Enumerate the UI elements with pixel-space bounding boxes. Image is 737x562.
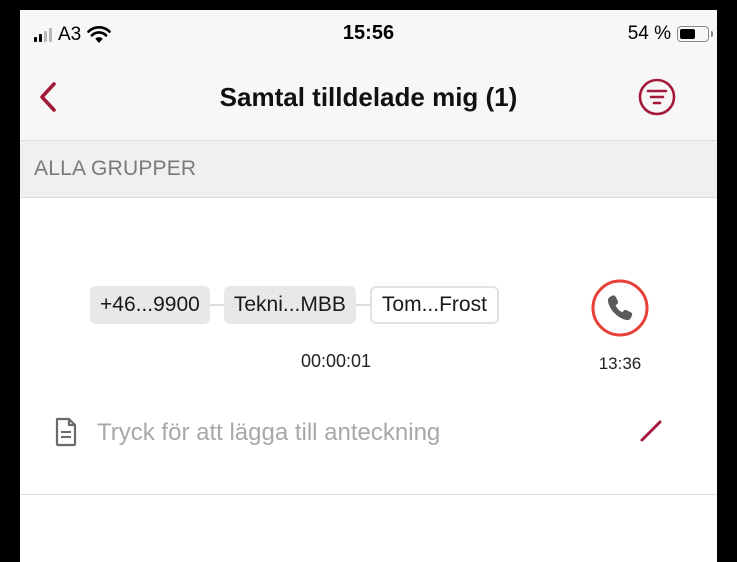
call-duration: 00:00:01: [300, 351, 372, 371]
phone-screen: A3 15:56 54 % Samtal tilldelade mig (1): [20, 10, 717, 562]
group-chip: Tekni...MBB: [223, 286, 356, 324]
filter-icon: [638, 78, 676, 116]
note-placeholder: Tryck för att lägga till anteckning: [97, 419, 441, 446]
battery-percent: 54 %: [627, 23, 671, 44]
call-list-item[interactable]: +46...9900 Tekni...MBB Tom...Frost 00:00…: [20, 198, 717, 495]
pencil-icon[interactable]: [638, 418, 664, 444]
status-bar: A3 15:56 54 %: [20, 10, 717, 56]
call-route-chain: +46...9900 Tekni...MBB Tom...Frost: [90, 286, 499, 324]
call-time: 13:36: [598, 354, 642, 373]
navigation-bar: Samtal tilldelade mig (1): [20, 56, 717, 141]
page-title: Samtal tilldelade mig (1): [219, 82, 518, 112]
phone-icon: [591, 279, 649, 337]
call-status-button[interactable]: [590, 278, 650, 338]
battery-icon: [677, 26, 713, 42]
filter-button[interactable]: [637, 77, 677, 117]
route-connector: [209, 304, 224, 306]
section-label: ALLA GRUPPER: [34, 157, 197, 180]
caller-number-chip: +46...9900: [90, 286, 210, 324]
document-icon: [55, 417, 77, 447]
status-time: 15:56: [342, 22, 395, 44]
agent-chip: Tom...Frost: [369, 286, 499, 324]
status-right: 54 %: [627, 23, 713, 45]
battery-fill: [680, 29, 695, 39]
add-note-row[interactable]: Tryck för att lägga till anteckning: [20, 408, 717, 458]
route-connector: [355, 304, 370, 306]
group-section-header: ALLA GRUPPER: [20, 141, 717, 198]
